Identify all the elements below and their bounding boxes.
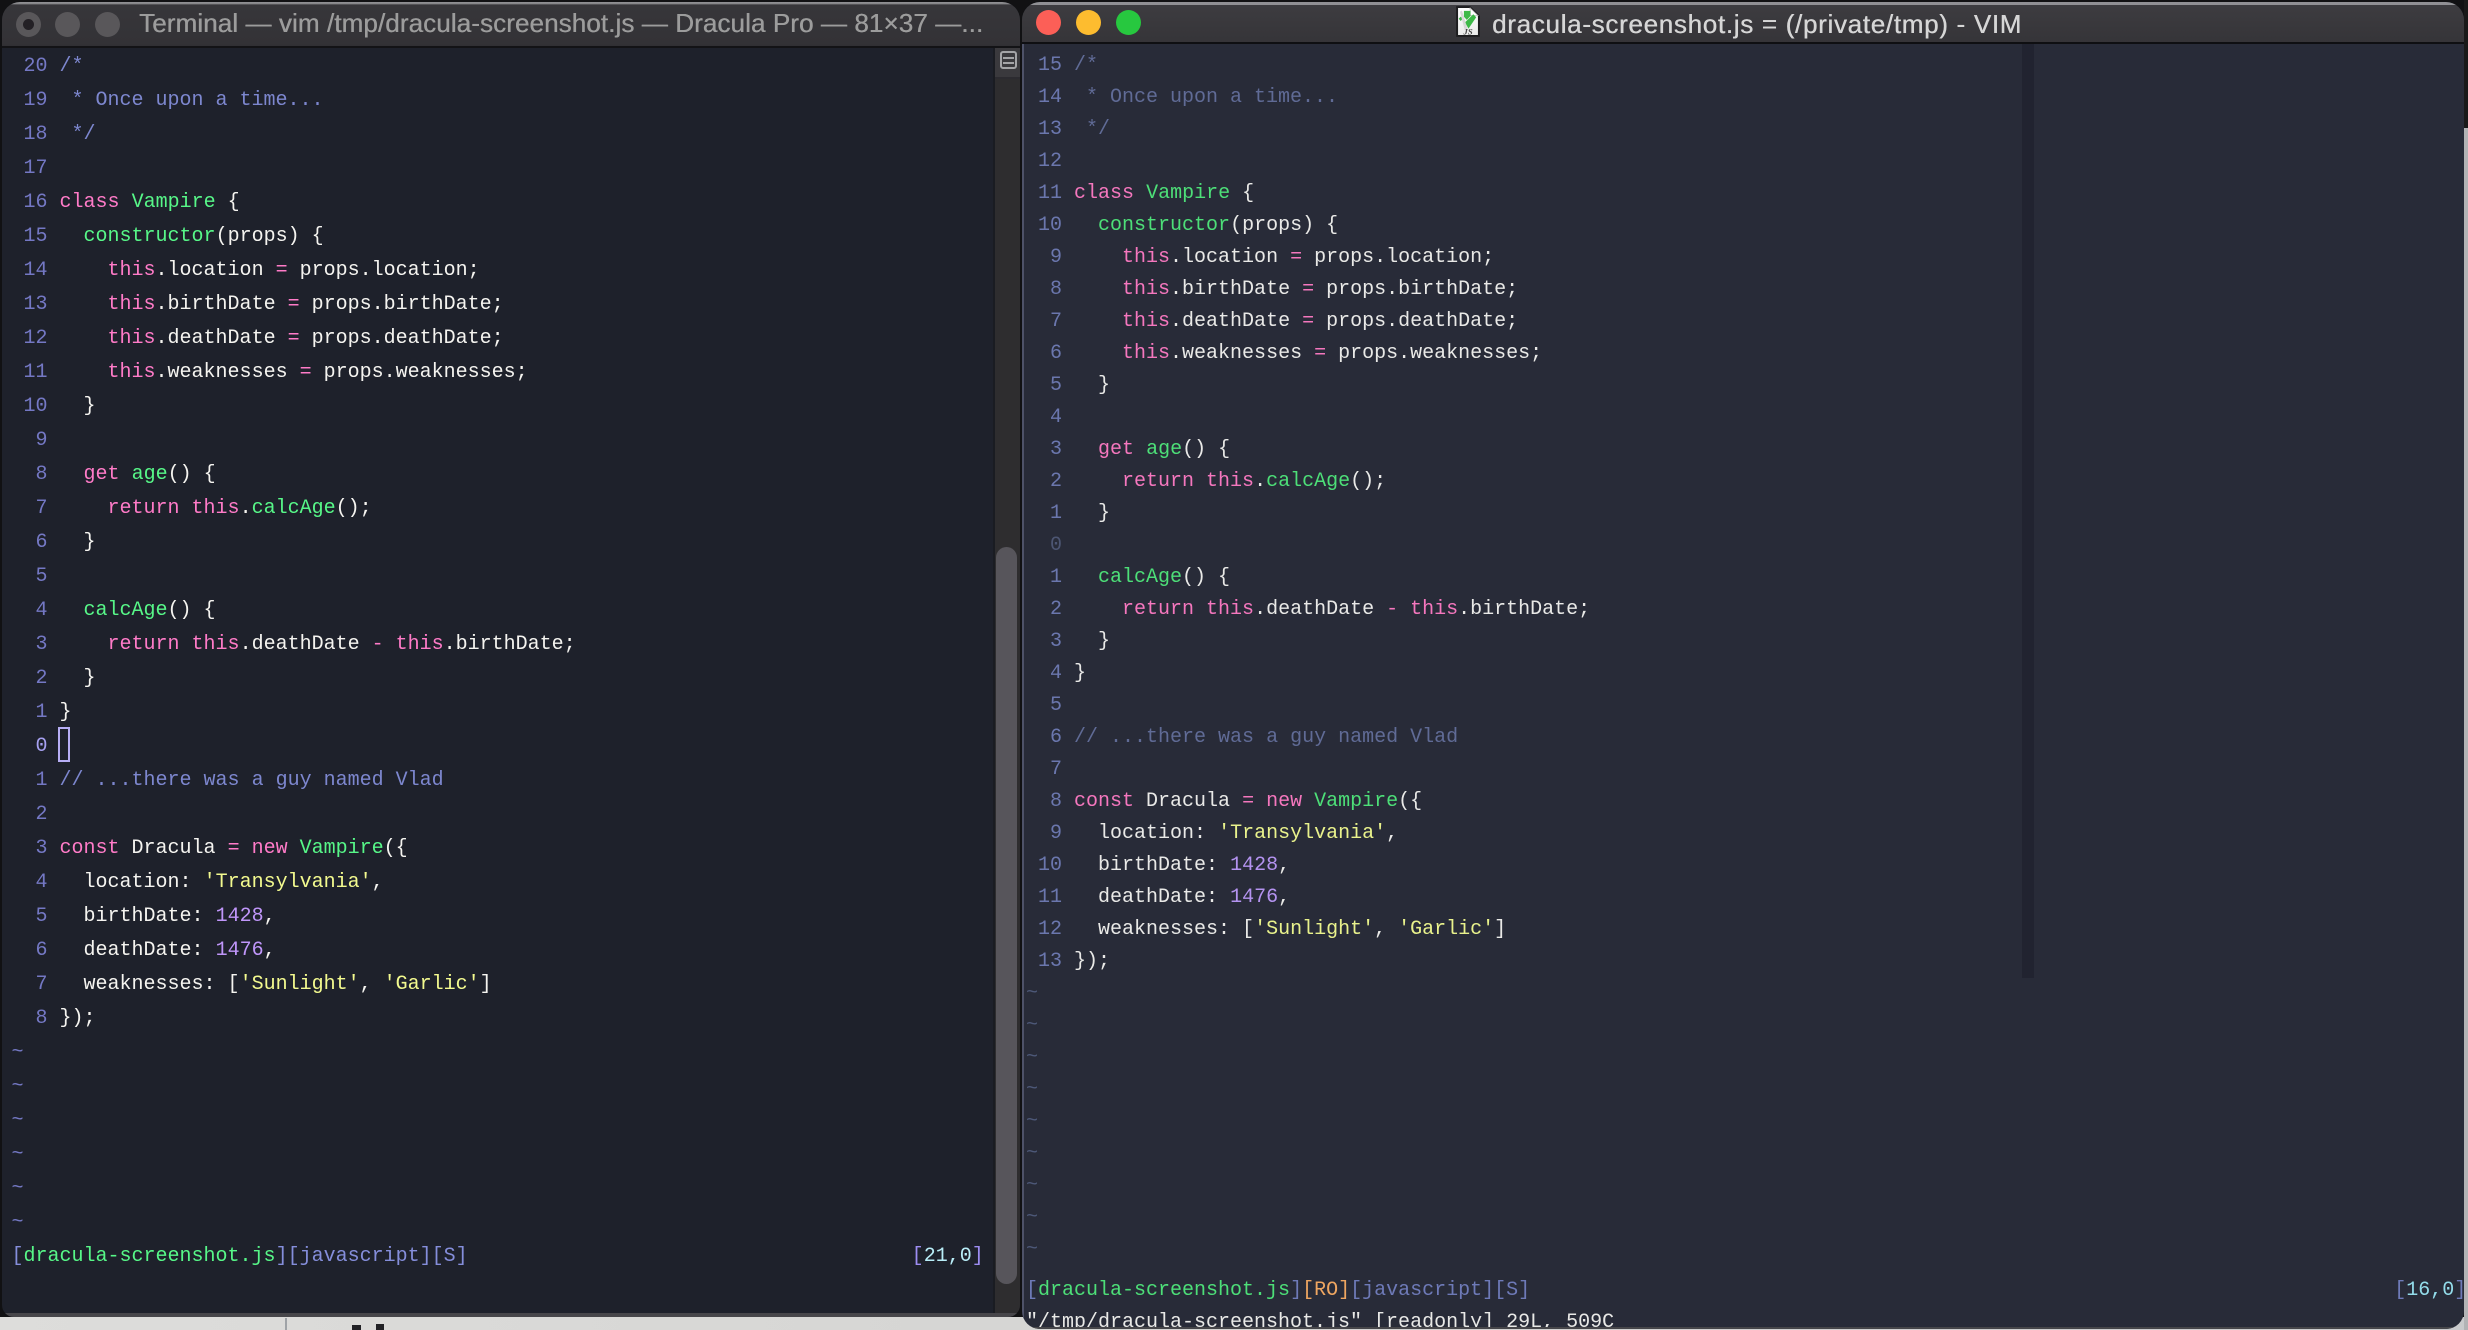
svg-text:JS: JS	[1463, 26, 1473, 36]
